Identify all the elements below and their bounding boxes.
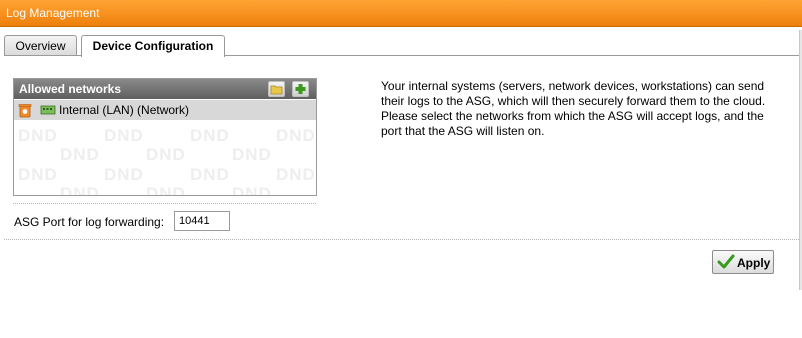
dnd-watermark: DND xyxy=(18,126,58,145)
window-title: Log Management xyxy=(6,6,100,20)
dnd-watermark: DND xyxy=(60,145,100,164)
check-icon xyxy=(717,254,735,269)
folder-icon xyxy=(270,85,283,95)
dnd-watermark: DND xyxy=(60,184,100,196)
dnd-watermark: DND xyxy=(232,184,272,196)
dnd-watermark: DND xyxy=(190,165,230,184)
delete-icon[interactable] xyxy=(18,103,32,118)
dotted-separator xyxy=(4,239,799,240)
description-text: Your internal systems (servers, network … xyxy=(381,79,766,138)
dnd-watermark: DND xyxy=(104,126,144,145)
apply-label: Apply xyxy=(737,256,771,270)
network-label: Internal (LAN) (Network) xyxy=(59,103,190,117)
dnd-watermark: DND xyxy=(190,126,230,145)
allowed-networks-title: Allowed networks xyxy=(19,82,122,96)
port-input[interactable] xyxy=(174,211,230,231)
dnd-watermark: DND xyxy=(276,165,316,184)
dnd-watermark: DND xyxy=(146,145,186,164)
tab-overview[interactable]: Overview xyxy=(4,35,77,56)
network-list-item[interactable]: Internal (LAN) (Network) xyxy=(14,100,316,120)
port-label: ASG Port for log forwarding: xyxy=(14,215,165,229)
dotted-separator xyxy=(13,203,316,204)
dnd-watermark: DND xyxy=(146,184,186,196)
plus-icon xyxy=(295,84,306,94)
title-bar: Log Management xyxy=(0,0,802,27)
allowed-networks-box: Allowed networks Internal (LAN) (Network… xyxy=(13,78,317,196)
dnd-watermark: DND xyxy=(104,165,144,184)
add-network-button[interactable] xyxy=(292,81,309,97)
apply-button[interactable]: Apply xyxy=(712,250,774,274)
open-folder-button[interactable] xyxy=(268,81,285,97)
tab-device-configuration[interactable]: Device Configuration xyxy=(81,35,225,57)
dnd-watermark: DND xyxy=(18,165,58,184)
dnd-watermark: DND xyxy=(276,126,316,145)
dnd-watermark: DND xyxy=(232,145,272,164)
network-icon xyxy=(40,105,56,115)
allowed-networks-header: Allowed networks xyxy=(14,79,316,99)
